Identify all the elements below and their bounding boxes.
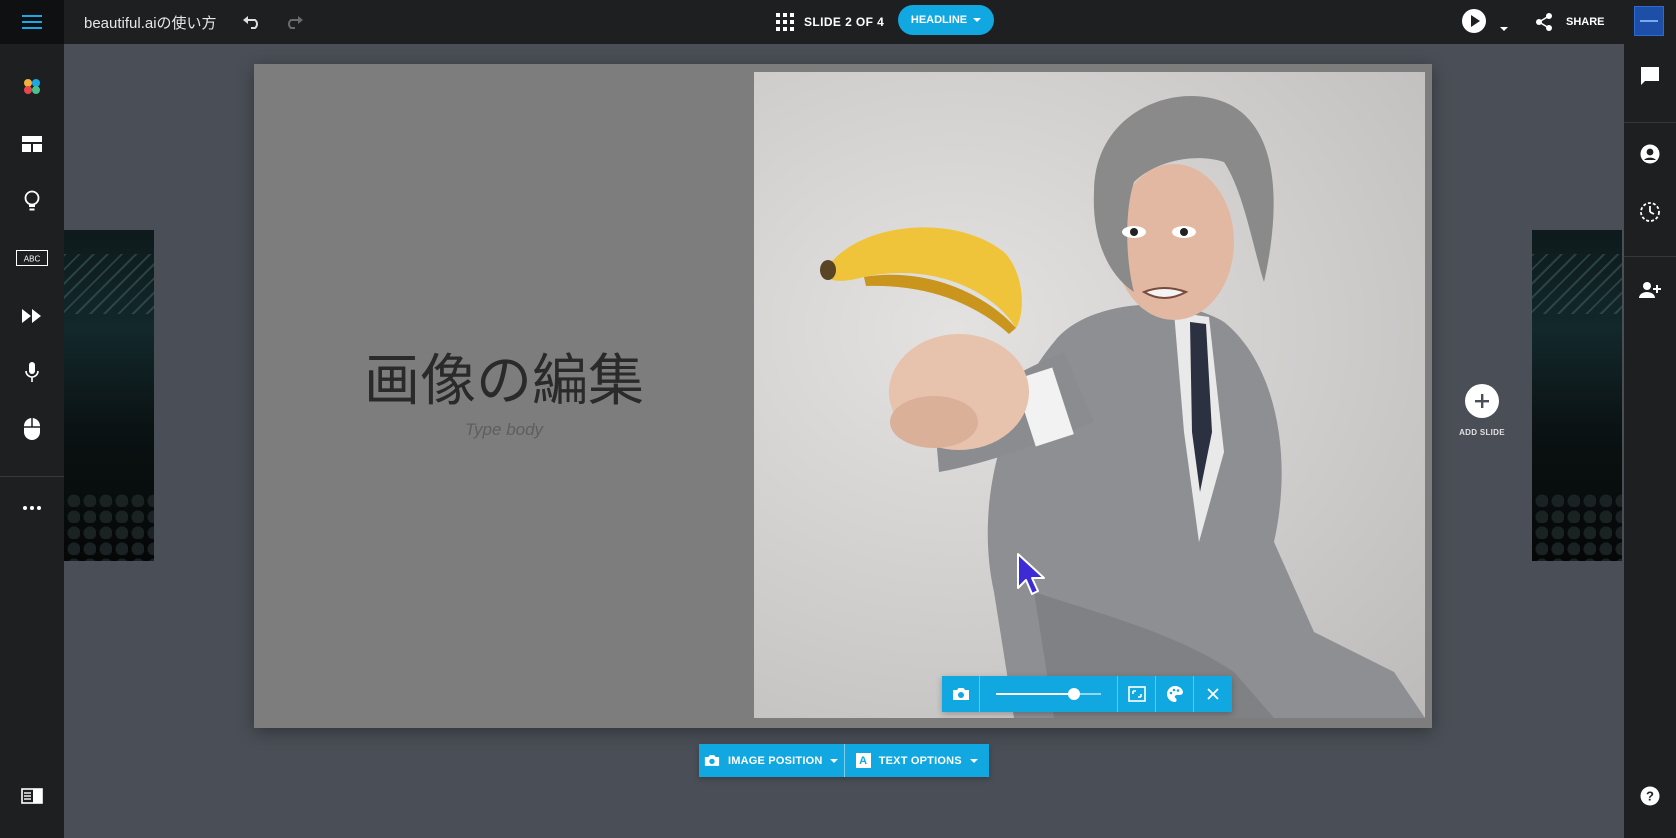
grid-icon bbox=[776, 13, 794, 31]
slide-image[interactable] bbox=[754, 72, 1425, 718]
slide-canvas[interactable]: 画像の編集 Type body bbox=[254, 64, 1432, 728]
hamburger-menu-button[interactable] bbox=[0, 0, 64, 44]
play-options-dropdown[interactable] bbox=[1500, 18, 1508, 36]
sidebar-divider bbox=[1624, 256, 1676, 257]
redo-button[interactable] bbox=[280, 8, 308, 36]
chevron-down-icon bbox=[973, 18, 982, 22]
add-slide-label: ADD SLIDE bbox=[1459, 428, 1505, 437]
zoom-fill bbox=[996, 693, 1074, 695]
zoom-track bbox=[996, 688, 1101, 700]
hamburger-icon bbox=[22, 15, 42, 29]
theme-button[interactable] bbox=[12, 68, 52, 104]
more-icon bbox=[23, 506, 41, 510]
next-slide-preview[interactable] bbox=[1532, 230, 1622, 561]
lightbulb-icon bbox=[24, 190, 40, 211]
palette-icon bbox=[24, 79, 40, 94]
more-button[interactable] bbox=[12, 490, 52, 526]
slide-body-placeholder[interactable]: Type body bbox=[254, 420, 754, 440]
preview-crowd bbox=[64, 491, 154, 561]
plus-circle-icon bbox=[1465, 384, 1499, 418]
redo-icon bbox=[288, 16, 303, 29]
help-icon: ? bbox=[1640, 786, 1660, 806]
history-icon bbox=[1640, 202, 1660, 222]
image-toolbar bbox=[942, 676, 1232, 712]
svg-text:ABC: ABC bbox=[24, 255, 41, 264]
text-style-button[interactable]: ABC bbox=[12, 240, 52, 276]
share-button[interactable]: SHARE bbox=[1534, 8, 1605, 36]
preview-stage-truss bbox=[1532, 254, 1622, 314]
layout-dropdown-label: HEADLINE bbox=[910, 14, 968, 26]
ideas-button[interactable] bbox=[12, 183, 52, 219]
presentation-title[interactable]: beautiful.aiの使い方 bbox=[84, 12, 217, 33]
layouts-button[interactable] bbox=[12, 126, 52, 162]
share-icon bbox=[1536, 13, 1552, 31]
comment-icon bbox=[1641, 67, 1659, 85]
mouse-icon bbox=[24, 418, 40, 440]
invite-user-button[interactable] bbox=[1632, 272, 1668, 308]
camera-icon bbox=[704, 755, 720, 766]
add-slide-button[interactable]: ADD SLIDE bbox=[1456, 384, 1508, 442]
zoom-thumb[interactable] bbox=[1067, 688, 1080, 700]
panel-icon bbox=[21, 788, 43, 804]
text-options-label: TEXT OPTIONS bbox=[878, 754, 962, 767]
chevron-down-icon bbox=[830, 758, 839, 763]
animation-button[interactable] bbox=[12, 298, 52, 334]
replace-image-button[interactable] bbox=[942, 676, 980, 712]
undo-button[interactable] bbox=[238, 8, 266, 36]
text-icon: A bbox=[855, 753, 871, 768]
close-image-toolbar-button[interactable] bbox=[1194, 676, 1232, 712]
man-with-banana-photo bbox=[820, 96, 1425, 718]
fit-icon bbox=[1127, 686, 1146, 702]
right-sidebar: ? bbox=[1624, 44, 1676, 838]
version-history-button[interactable] bbox=[1632, 194, 1668, 230]
chevron-down-icon bbox=[969, 758, 978, 763]
voiceover-button[interactable] bbox=[12, 354, 52, 390]
chevron-down-icon bbox=[1500, 27, 1508, 31]
comments-button[interactable] bbox=[1632, 58, 1668, 94]
layout-icon bbox=[22, 136, 42, 152]
user-circle-icon bbox=[1640, 144, 1660, 164]
svg-text:?: ? bbox=[1646, 789, 1654, 804]
slide-title[interactable]: 画像の編集 bbox=[254, 336, 754, 417]
help-button[interactable]: ? bbox=[1632, 778, 1668, 814]
previous-slide-preview[interactable] bbox=[64, 230, 154, 561]
avatar[interactable] bbox=[1634, 6, 1664, 36]
top-bar: beautiful.aiの使い方 SLIDE 2 OF 4 HEADLINE S… bbox=[0, 0, 1676, 44]
slide-counter-label: SLIDE 2 OF 4 bbox=[804, 15, 885, 29]
image-zoom-slider[interactable] bbox=[980, 676, 1118, 712]
palette-icon bbox=[1166, 685, 1183, 702]
abc-icon: ABC bbox=[16, 250, 48, 266]
close-icon bbox=[1207, 688, 1219, 700]
fit-image-button[interactable] bbox=[1118, 676, 1156, 712]
collaborators-button[interactable] bbox=[1632, 136, 1668, 172]
preview-crowd bbox=[1532, 491, 1622, 561]
panel-toggle-button[interactable] bbox=[12, 778, 52, 814]
play-button[interactable] bbox=[1462, 9, 1486, 33]
sidebar-divider bbox=[0, 476, 64, 477]
layout-dropdown-button[interactable]: HEADLINE bbox=[898, 5, 994, 35]
image-position-button[interactable]: IMAGE POSITION bbox=[699, 744, 844, 777]
animation-icon bbox=[22, 309, 41, 323]
image-filter-button[interactable] bbox=[1156, 676, 1194, 712]
microphone-icon bbox=[25, 362, 39, 382]
share-label: SHARE bbox=[1566, 16, 1605, 28]
image-position-label: IMAGE POSITION bbox=[728, 754, 823, 767]
left-sidebar: ABC bbox=[0, 44, 64, 838]
add-user-icon bbox=[1639, 282, 1661, 298]
interaction-button[interactable] bbox=[12, 411, 52, 447]
mouse-cursor-icon bbox=[1017, 553, 1045, 595]
camera-icon bbox=[952, 688, 969, 700]
slide-grid-button[interactable]: SLIDE 2 OF 4 bbox=[776, 10, 884, 34]
undo-icon bbox=[243, 16, 258, 29]
play-icon bbox=[1470, 15, 1480, 27]
sidebar-divider bbox=[1624, 122, 1676, 123]
text-options-button[interactable]: A TEXT OPTIONS bbox=[843, 744, 990, 777]
preview-stage-truss bbox=[64, 254, 154, 314]
element-toolbar: IMAGE POSITION A TEXT OPTIONS bbox=[699, 744, 989, 777]
